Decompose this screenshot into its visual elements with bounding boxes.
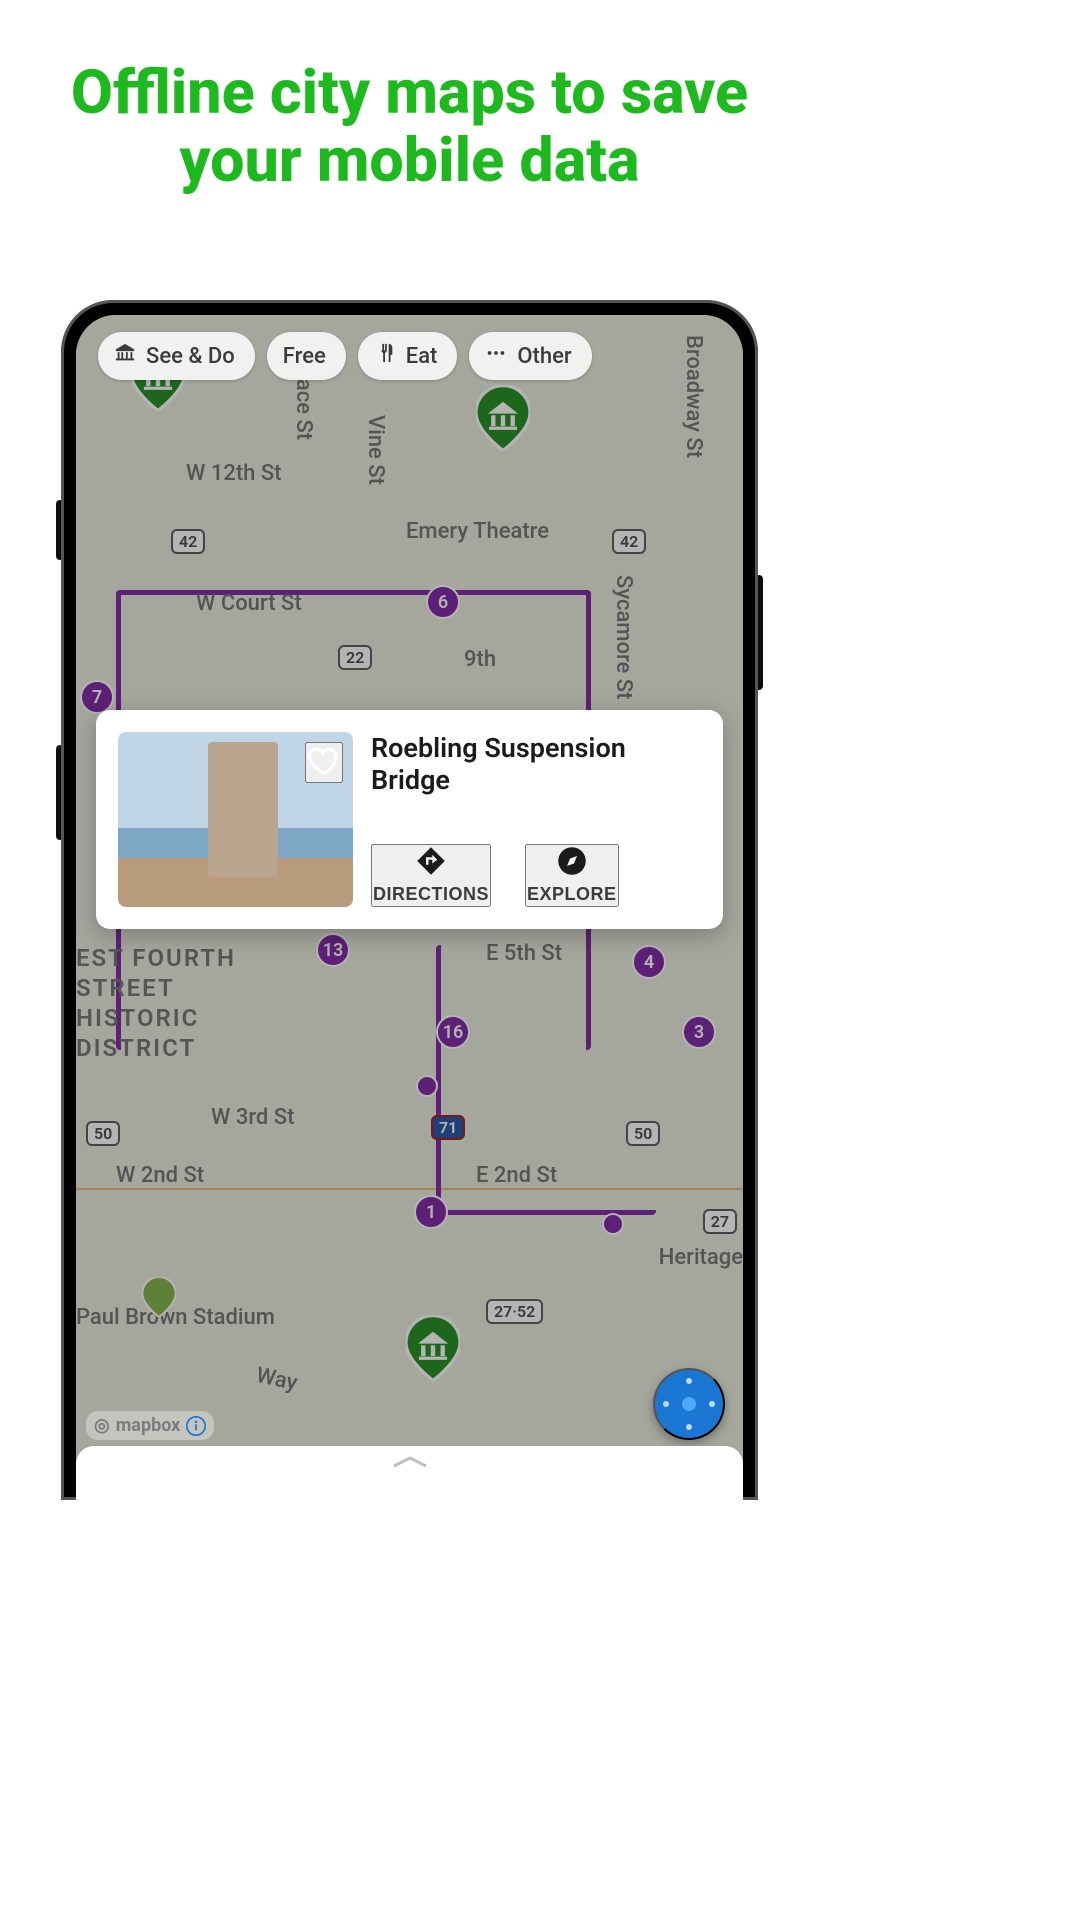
food-icon xyxy=(374,342,396,370)
favorite-button[interactable] xyxy=(305,742,343,783)
chip-free[interactable]: Free xyxy=(267,332,346,380)
chip-label: See & Do xyxy=(146,344,235,369)
marketing-headline: Offline city maps to save your mobile da… xyxy=(0,0,819,195)
chip-label: Eat xyxy=(406,344,438,369)
heart-icon xyxy=(307,744,341,778)
chip-other[interactable]: Other xyxy=(469,332,591,380)
mapbox-logo-icon: ◎ xyxy=(94,1415,110,1436)
explore-button[interactable]: EXPLORE xyxy=(525,844,619,907)
map-attribution[interactable]: ◎ mapbox xyxy=(86,1411,214,1440)
phone-frame: W 12th St W Court St 9th Emery Theatre R… xyxy=(61,300,758,1500)
chip-label: Free xyxy=(283,344,326,369)
place-card[interactable]: Roebling Suspension Bridge DIRECTIONS EX… xyxy=(96,710,723,929)
directions-icon xyxy=(416,846,446,876)
attribution-brand: mapbox xyxy=(116,1415,181,1436)
recenter-compass-button[interactable] xyxy=(653,1368,725,1440)
action-label: EXPLORE xyxy=(527,884,617,905)
app-screen: W 12th St W Court St 9th Emery Theatre R… xyxy=(76,315,743,1500)
directions-button[interactable]: DIRECTIONS xyxy=(371,844,491,907)
place-thumbnail xyxy=(118,732,353,907)
place-title: Roebling Suspension Bridge xyxy=(371,732,701,797)
bottom-sheet-handle[interactable] xyxy=(76,1446,743,1500)
chip-label: Other xyxy=(517,344,571,369)
more-horizontal-icon xyxy=(485,342,507,370)
action-label: DIRECTIONS xyxy=(373,884,489,905)
chip-see-and-do[interactable]: See & Do xyxy=(98,332,255,380)
category-chip-row: See & Do Free Eat Other xyxy=(98,332,721,380)
chip-eat[interactable]: Eat xyxy=(358,332,458,380)
info-icon xyxy=(186,1416,206,1436)
chevron-up-icon xyxy=(390,1454,430,1462)
compass-icon xyxy=(557,846,587,876)
bank-icon xyxy=(114,342,136,370)
